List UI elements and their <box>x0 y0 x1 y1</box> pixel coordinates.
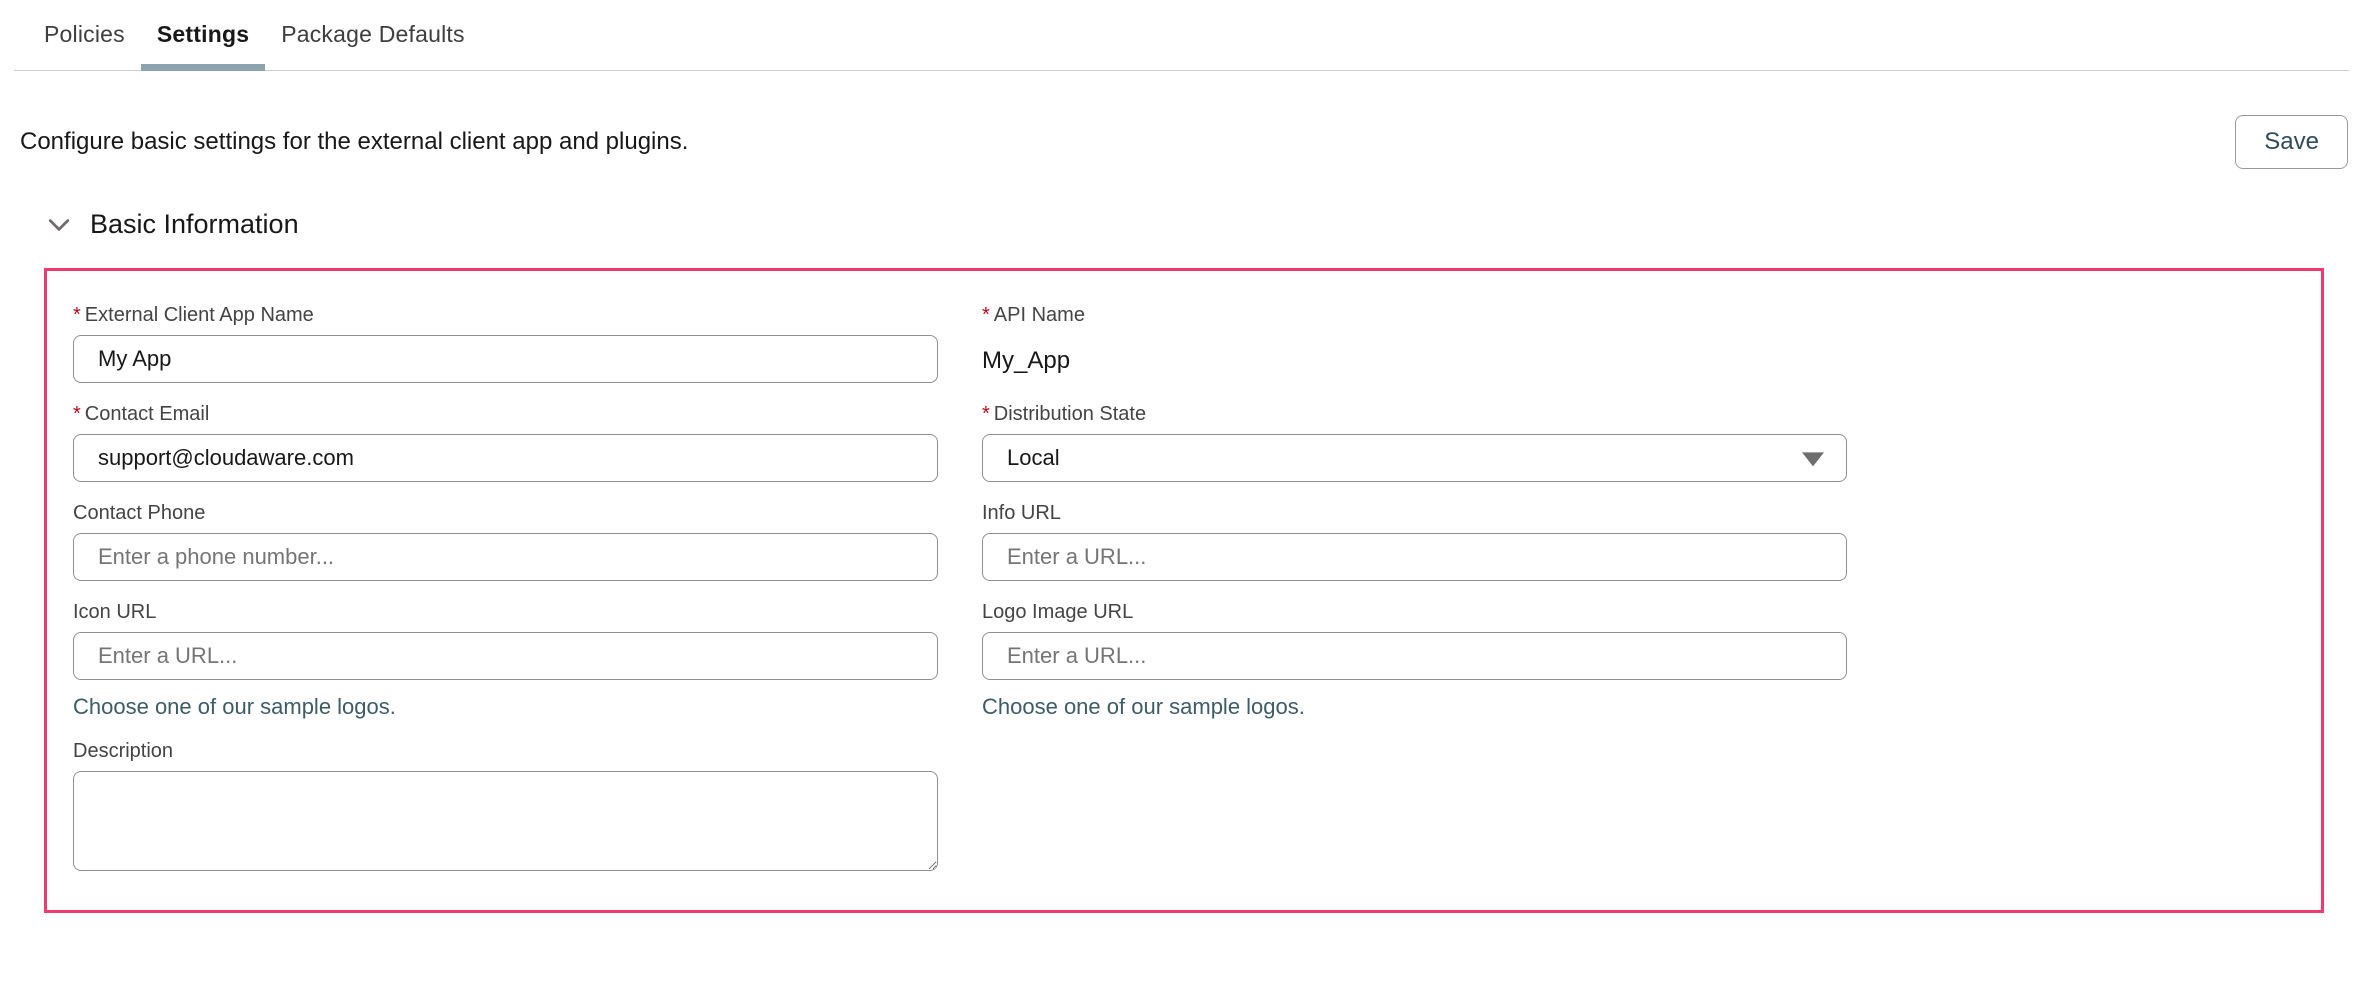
required-asterisk: * <box>982 303 990 327</box>
field-label: * Distribution State <box>982 402 1847 426</box>
contact-phone-input[interactable] <box>73 533 938 581</box>
chevron-down-icon[interactable] <box>44 210 74 240</box>
field-api-name: * API Name My_App <box>982 303 1847 383</box>
page-description: Configure basic settings for the externa… <box>20 128 688 156</box>
caret-down-icon <box>1802 452 1824 466</box>
description-label: Description <box>73 739 173 763</box>
tab-bar: Policies Settings Package Defaults <box>14 0 2349 71</box>
external-client-app-name-input[interactable] <box>73 335 938 383</box>
field-label: Info URL <box>982 501 1847 525</box>
required-asterisk: * <box>73 402 81 426</box>
api-name-label: API Name <box>994 303 1085 327</box>
required-asterisk: * <box>982 402 990 426</box>
field-contact-email: * Contact Email <box>73 402 938 482</box>
field-label: Logo Image URL <box>982 600 1847 624</box>
distribution-state-label: Distribution State <box>994 402 1146 426</box>
api-name-value: My_App <box>982 347 1847 375</box>
icon-url-sample-logos-link[interactable]: Choose one of our sample logos. <box>73 694 396 720</box>
settings-toolbar: Configure basic settings for the externa… <box>20 115 2348 169</box>
icon-url-label: Icon URL <box>73 600 156 624</box>
tab-policies[interactable]: Policies <box>28 0 141 70</box>
section-title: Basic Information <box>90 209 299 240</box>
logo-image-url-input[interactable] <box>982 632 1847 680</box>
save-button[interactable]: Save <box>2235 115 2348 169</box>
info-url-input[interactable] <box>982 533 1847 581</box>
field-label: * External Client App Name <box>73 303 938 327</box>
basic-information-form: * External Client App Name * API Name My… <box>73 303 2295 876</box>
distribution-state-value: Local <box>1007 445 1060 471</box>
field-label: Icon URL <box>73 600 938 624</box>
basic-information-panel: * External Client App Name * API Name My… <box>44 268 2324 913</box>
logo-image-url-sample-logos-link[interactable]: Choose one of our sample logos. <box>982 694 1305 720</box>
section-basic-information[interactable]: Basic Information <box>44 209 2374 240</box>
field-description: Description <box>73 739 938 876</box>
contact-email-label: Contact Email <box>85 402 210 426</box>
info-url-label: Info URL <box>982 501 1061 525</box>
field-icon-url: Icon URL Choose one of our sample logos. <box>73 600 938 720</box>
tab-package-defaults[interactable]: Package Defaults <box>265 0 480 70</box>
required-asterisk: * <box>73 303 81 327</box>
icon-url-input[interactable] <box>73 632 938 680</box>
contact-email-input[interactable] <box>73 434 938 482</box>
field-info-url: Info URL <box>982 501 1847 581</box>
field-label: * Contact Email <box>73 402 938 426</box>
field-contact-phone: Contact Phone <box>73 501 938 581</box>
field-logo-image-url: Logo Image URL Choose one of our sample … <box>982 600 1847 720</box>
logo-image-url-label: Logo Image URL <box>982 600 1133 624</box>
description-textarea[interactable] <box>73 771 938 871</box>
tab-settings[interactable]: Settings <box>141 0 265 70</box>
external-client-app-name-label: External Client App Name <box>85 303 314 327</box>
distribution-state-select[interactable]: Local <box>982 434 1847 482</box>
field-external-client-app-name: * External Client App Name <box>73 303 938 383</box>
field-label: Description <box>73 739 938 763</box>
field-distribution-state: * Distribution State Local <box>982 402 1847 482</box>
field-label: Contact Phone <box>73 501 938 525</box>
empty-cell <box>982 739 1847 876</box>
contact-phone-label: Contact Phone <box>73 501 205 525</box>
field-label: * API Name <box>982 303 1847 327</box>
